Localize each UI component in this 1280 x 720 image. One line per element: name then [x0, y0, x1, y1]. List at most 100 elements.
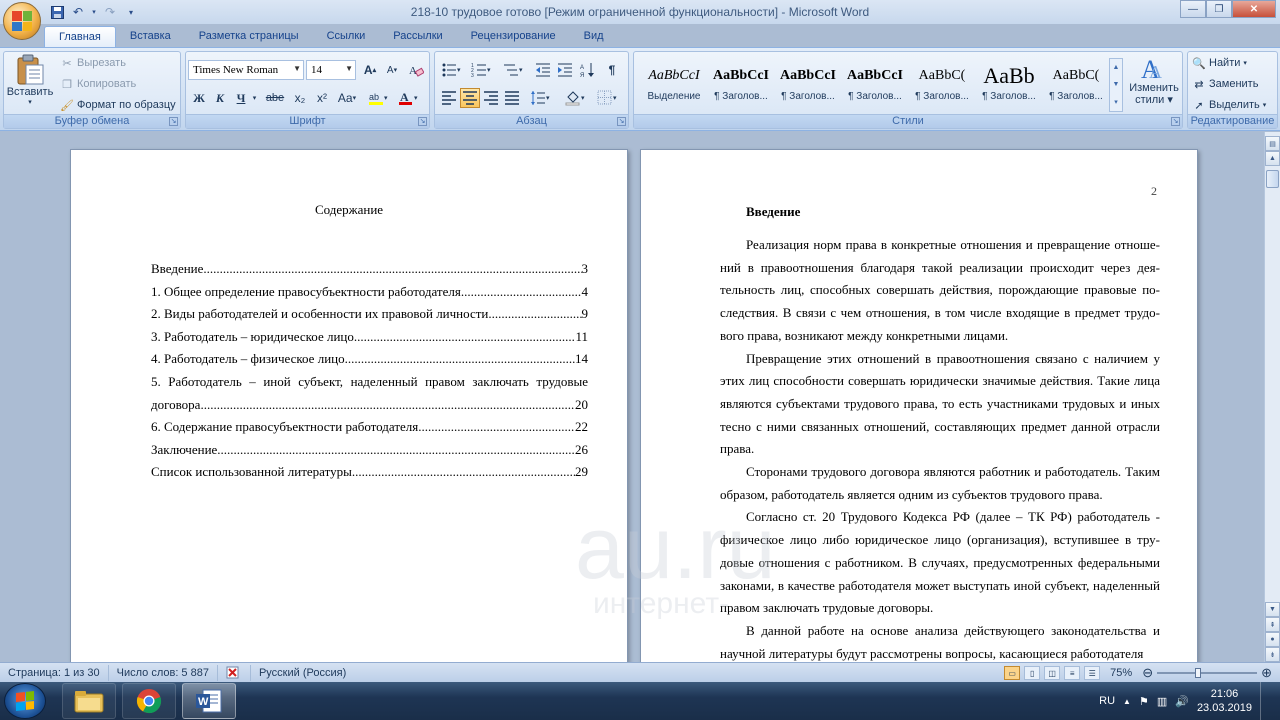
- multilevel-list-button[interactable]: ▾: [501, 60, 527, 80]
- sort-button[interactable]: АЯ: [578, 60, 598, 80]
- toc-entry[interactable]: 5. Работодатель – иной субъект, наделенн…: [151, 371, 588, 416]
- show-hidden-icons[interactable]: ▲: [1123, 697, 1131, 706]
- format-painter-button[interactable]: 🖌 Формат по образцу: [60, 98, 176, 112]
- toc-entry[interactable]: Заключение 26: [151, 439, 588, 462]
- outline-view-button[interactable]: ≡: [1064, 666, 1081, 680]
- scroll-up-button[interactable]: ▲: [1265, 151, 1280, 166]
- cut-button[interactable]: ✂ Вырезать: [60, 56, 126, 70]
- tab-insert[interactable]: Вставка: [116, 26, 185, 48]
- subscript-button[interactable]: x₂: [290, 88, 310, 108]
- paragraph-dialog-launcher[interactable]: ↘: [617, 117, 626, 126]
- web-layout-button[interactable]: ◫: [1044, 666, 1061, 680]
- style-heading-4[interactable]: AaBbC( ¶ Заголов...: [910, 60, 974, 110]
- tab-references[interactable]: Ссылки: [313, 26, 380, 48]
- toc-entry[interactable]: Список использованной литературы 29: [151, 461, 588, 484]
- show-desktop-button[interactable]: [1260, 682, 1272, 720]
- shrink-font-button[interactable]: A ▾: [382, 60, 402, 80]
- styles-gallery-scroll[interactable]: ▲ ▼ ▾: [1109, 58, 1123, 112]
- superscript-button[interactable]: x²: [312, 88, 332, 108]
- full-screen-reading-button[interactable]: ▯: [1024, 666, 1041, 680]
- next-page-button[interactable]: ⇟: [1265, 647, 1280, 662]
- replace-button[interactable]: ⇄ Заменить: [1192, 77, 1258, 91]
- scrollbar-thumb[interactable]: [1266, 170, 1279, 188]
- style-emphasis[interactable]: AaBbCcI Выделение: [642, 60, 706, 110]
- change-case-button[interactable]: Aa ▾: [334, 88, 360, 108]
- minimize-button[interactable]: —: [1180, 0, 1206, 18]
- italic-button[interactable]: К: [210, 88, 230, 108]
- draft-view-button[interactable]: ☰: [1084, 666, 1101, 680]
- tab-mailings[interactable]: Рассылки: [379, 26, 456, 48]
- language-status[interactable]: Русский (Россия): [251, 665, 354, 681]
- clipboard-dialog-launcher[interactable]: ↘: [169, 117, 178, 126]
- style-heading-1[interactable]: AaBbCcI ¶ Заголов...: [709, 60, 773, 110]
- zoom-in-button[interactable]: ⊕: [1261, 665, 1272, 681]
- spelling-status[interactable]: [218, 664, 251, 681]
- clock[interactable]: 21:06 23.03.2019: [1197, 687, 1252, 715]
- document-workspace[interactable]: Содержание Введение 3 1. Общее определени…: [0, 132, 1264, 662]
- highlight-button[interactable]: ab ▾: [366, 88, 392, 108]
- tab-review[interactable]: Рецензирование: [457, 26, 570, 48]
- paste-button[interactable]: Вставить ▾: [7, 54, 53, 106]
- justify-button[interactable]: [502, 88, 522, 108]
- font-dialog-launcher[interactable]: ↘: [418, 117, 427, 126]
- select-browse-object-button[interactable]: ●: [1265, 632, 1280, 647]
- action-center-icon[interactable]: ⚑: [1139, 695, 1149, 708]
- scroll-up-icon[interactable]: ▲: [1113, 64, 1120, 71]
- zoom-slider[interactable]: [1157, 666, 1258, 680]
- shading-button[interactable]: ▾: [563, 88, 589, 108]
- font-color-button[interactable]: A ▾: [396, 88, 422, 108]
- bullets-button[interactable]: ▾: [439, 60, 465, 80]
- scroll-down-button[interactable]: ▼: [1265, 602, 1280, 617]
- numbering-button[interactable]: 1 2 3 ▾: [469, 60, 495, 80]
- gallery-more-icon[interactable]: ▾: [1114, 98, 1118, 106]
- network-icon[interactable]: ▥: [1157, 695, 1167, 708]
- styles-dialog-launcher[interactable]: ↘: [1171, 117, 1180, 126]
- taskbar-word[interactable]: W: [182, 683, 236, 719]
- tab-home[interactable]: Главная: [44, 26, 116, 48]
- input-language[interactable]: RU: [1099, 695, 1115, 707]
- increase-indent-button[interactable]: [555, 60, 575, 80]
- zoom-level[interactable]: 75%: [1104, 667, 1138, 679]
- grow-font-button[interactable]: A ▴: [360, 60, 380, 80]
- ruler-toggle-icon[interactable]: ▤: [1265, 136, 1280, 151]
- word-count-status[interactable]: Число слов: 5 887: [109, 664, 218, 681]
- tab-page-layout[interactable]: Разметка страницы: [185, 26, 313, 48]
- document-page-1[interactable]: Содержание Введение 3 1. Общее определени…: [70, 149, 628, 662]
- scroll-down-icon[interactable]: ▼: [1113, 81, 1120, 88]
- tab-view[interactable]: Вид: [570, 26, 618, 48]
- style-heading-5[interactable]: AaBb ¶ Заголов...: [977, 60, 1041, 110]
- strikethrough-button[interactable]: abe: [262, 88, 288, 108]
- style-heading-3[interactable]: AaBbCcI ¶ Заголов...: [843, 60, 907, 110]
- style-heading-6[interactable]: AaBbC( ¶ Заголов...: [1044, 60, 1108, 110]
- clear-formatting-button[interactable]: A: [406, 60, 426, 80]
- underline-dropdown-icon[interactable]: ▾: [250, 88, 259, 108]
- taskbar-explorer[interactable]: [62, 683, 116, 719]
- zoom-thumb[interactable]: [1195, 668, 1202, 678]
- toc-entry[interactable]: 2. Виды работодателей и особенности их п…: [151, 303, 588, 326]
- page-count-status[interactable]: Страница: 1 из 30: [0, 664, 109, 681]
- toc-entry[interactable]: 3. Работодатель – юридическое лицо 11: [151, 326, 588, 349]
- volume-icon[interactable]: 🔊: [1175, 695, 1189, 708]
- toc-entry[interactable]: Введение 3: [151, 258, 588, 281]
- toc-entry[interactable]: 1. Общее определение правосубъектности р…: [151, 281, 588, 304]
- office-button[interactable]: [3, 2, 41, 40]
- font-name-combo[interactable]: Times New Roman ▼: [188, 60, 304, 80]
- align-left-button[interactable]: [439, 88, 459, 108]
- document-page-2[interactable]: 2 Введение Реализация норм права в конкр…: [640, 149, 1198, 662]
- toc-entry[interactable]: 4. Работодатель – физическое лицо 14: [151, 348, 588, 371]
- style-heading-2[interactable]: AaBbCcI ¶ Заголов...: [776, 60, 840, 110]
- align-center-button[interactable]: [460, 88, 480, 108]
- taskbar-chrome[interactable]: [122, 683, 176, 719]
- copy-button[interactable]: ❐ Копировать: [60, 77, 136, 91]
- start-button[interactable]: [4, 683, 46, 719]
- print-layout-view-button[interactable]: ▭: [1004, 666, 1021, 680]
- decrease-indent-button[interactable]: [533, 60, 553, 80]
- select-button[interactable]: ➚ Выделить ▾: [1192, 98, 1266, 112]
- underline-button[interactable]: Ч: [231, 88, 251, 108]
- find-button[interactable]: 🔍 Найти ▾: [1192, 56, 1247, 70]
- show-formatting-marks-button[interactable]: ¶: [602, 60, 622, 80]
- close-button[interactable]: ✕: [1232, 0, 1276, 18]
- change-styles-button[interactable]: AA Изменить стили ▾: [1128, 54, 1180, 106]
- zoom-out-button[interactable]: ⊖: [1142, 665, 1153, 681]
- vertical-scrollbar[interactable]: ▤ ▲ ▼ ⇞ ● ⇟: [1264, 132, 1280, 662]
